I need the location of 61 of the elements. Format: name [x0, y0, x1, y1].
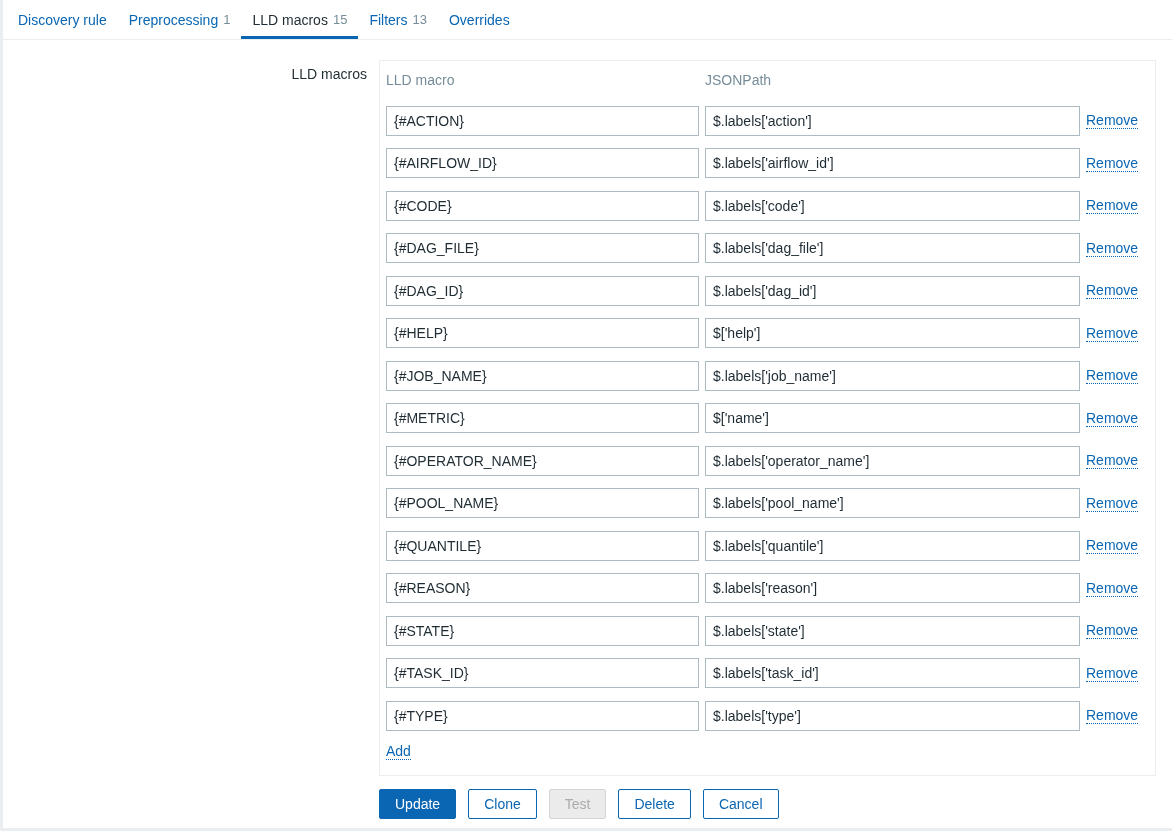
macro-input[interactable]: {#POOL_NAME}: [386, 488, 699, 518]
jsonpath-input[interactable]: $.labels['operator_name']: [705, 445, 1080, 476]
macro-input[interactable]: {#CODE}: [386, 190, 699, 221]
tab[interactable]: Discovery rule: [7, 0, 118, 39]
macro-input[interactable]: {#DAG_ID}: [386, 275, 699, 306]
remove-link[interactable]: Remove: [1086, 197, 1139, 214]
tab[interactable]: Preprocessing 1: [117, 0, 242, 39]
macro-input[interactable]: {#QUANTILE}: [386, 530, 699, 561]
tab-count: 13: [412, 12, 427, 27]
macro-input[interactable]: {#REASON}: [386, 573, 699, 603]
remove-link[interactable]: Remove: [1086, 579, 1139, 597]
tab[interactable]: Overrides: [437, 0, 521, 39]
jsonpath-input[interactable]: $.labels['pool_name']: [705, 488, 1080, 518]
macro-input[interactable]: {#JOB_NAME}: [386, 360, 699, 391]
tab-count: 1: [223, 12, 231, 27]
macro-input[interactable]: {#ACTION}: [386, 105, 699, 136]
macro-input[interactable]: {#STATE}: [386, 615, 699, 646]
remove-link[interactable]: Remove: [1086, 154, 1139, 172]
field-label: LLD macros: [290, 65, 367, 84]
tab[interactable]: Filters 13: [358, 0, 438, 39]
form-button[interactable]: Delete: [618, 788, 691, 819]
column-header: LLD macro: [386, 72, 456, 88]
remove-link[interactable]: Remove: [1086, 282, 1139, 299]
macro-input[interactable]: {#METRIC}: [386, 403, 699, 433]
macro-input[interactable]: {#DAG_FILE}: [386, 233, 699, 263]
macro-input[interactable]: {#HELP}: [386, 318, 699, 348]
remove-link[interactable]: Remove: [1086, 409, 1139, 427]
jsonpath-input[interactable]: $['help']: [705, 318, 1080, 348]
jsonpath-input[interactable]: $.labels['airflow_id']: [705, 148, 1080, 178]
macro-input[interactable]: {#OPERATOR_NAME}: [386, 445, 699, 476]
jsonpath-input[interactable]: $.labels['task_id']: [705, 658, 1080, 688]
remove-link[interactable]: Remove: [1086, 537, 1139, 554]
jsonpath-input[interactable]: $['name']: [705, 403, 1080, 433]
jsonpath-input[interactable]: $.labels['quantile']: [705, 530, 1080, 561]
form-button[interactable]: Update: [379, 788, 457, 819]
form-button[interactable]: Cancel: [702, 788, 779, 819]
jsonpath-input[interactable]: $.labels['code']: [705, 190, 1080, 221]
remove-link[interactable]: Remove: [1086, 367, 1139, 384]
macro-input[interactable]: {#AIRFLOW_ID}: [386, 148, 699, 178]
tab-count: 15: [332, 12, 348, 27]
remove-link[interactable]: Remove: [1086, 324, 1139, 342]
add-link[interactable]: Add: [386, 742, 411, 760]
macro-input[interactable]: {#TYPE}: [386, 700, 699, 731]
jsonpath-input[interactable]: $.labels['type']: [705, 700, 1080, 731]
macro-input[interactable]: {#TASK_ID}: [386, 658, 699, 688]
tab[interactable]: LLD macros 15: [241, 0, 359, 39]
remove-link[interactable]: Remove: [1086, 112, 1139, 129]
jsonpath-input[interactable]: $.labels['reason']: [705, 573, 1080, 603]
remove-link[interactable]: Remove: [1086, 239, 1139, 257]
remove-link[interactable]: Remove: [1086, 707, 1139, 724]
remove-link[interactable]: Remove: [1086, 664, 1139, 682]
form-button[interactable]: Clone: [468, 788, 537, 819]
remove-link[interactable]: Remove: [1086, 494, 1139, 512]
jsonpath-input[interactable]: $.labels['action']: [705, 105, 1080, 136]
jsonpath-input[interactable]: $.labels['state']: [705, 615, 1080, 646]
jsonpath-input[interactable]: $.labels['dag_id']: [705, 275, 1080, 306]
remove-link[interactable]: Remove: [1086, 622, 1139, 639]
remove-link[interactable]: Remove: [1086, 452, 1139, 469]
column-header: JSONPath: [705, 72, 773, 88]
jsonpath-input[interactable]: $.labels['dag_file']: [705, 233, 1080, 263]
jsonpath-input[interactable]: $.labels['job_name']: [705, 360, 1080, 391]
